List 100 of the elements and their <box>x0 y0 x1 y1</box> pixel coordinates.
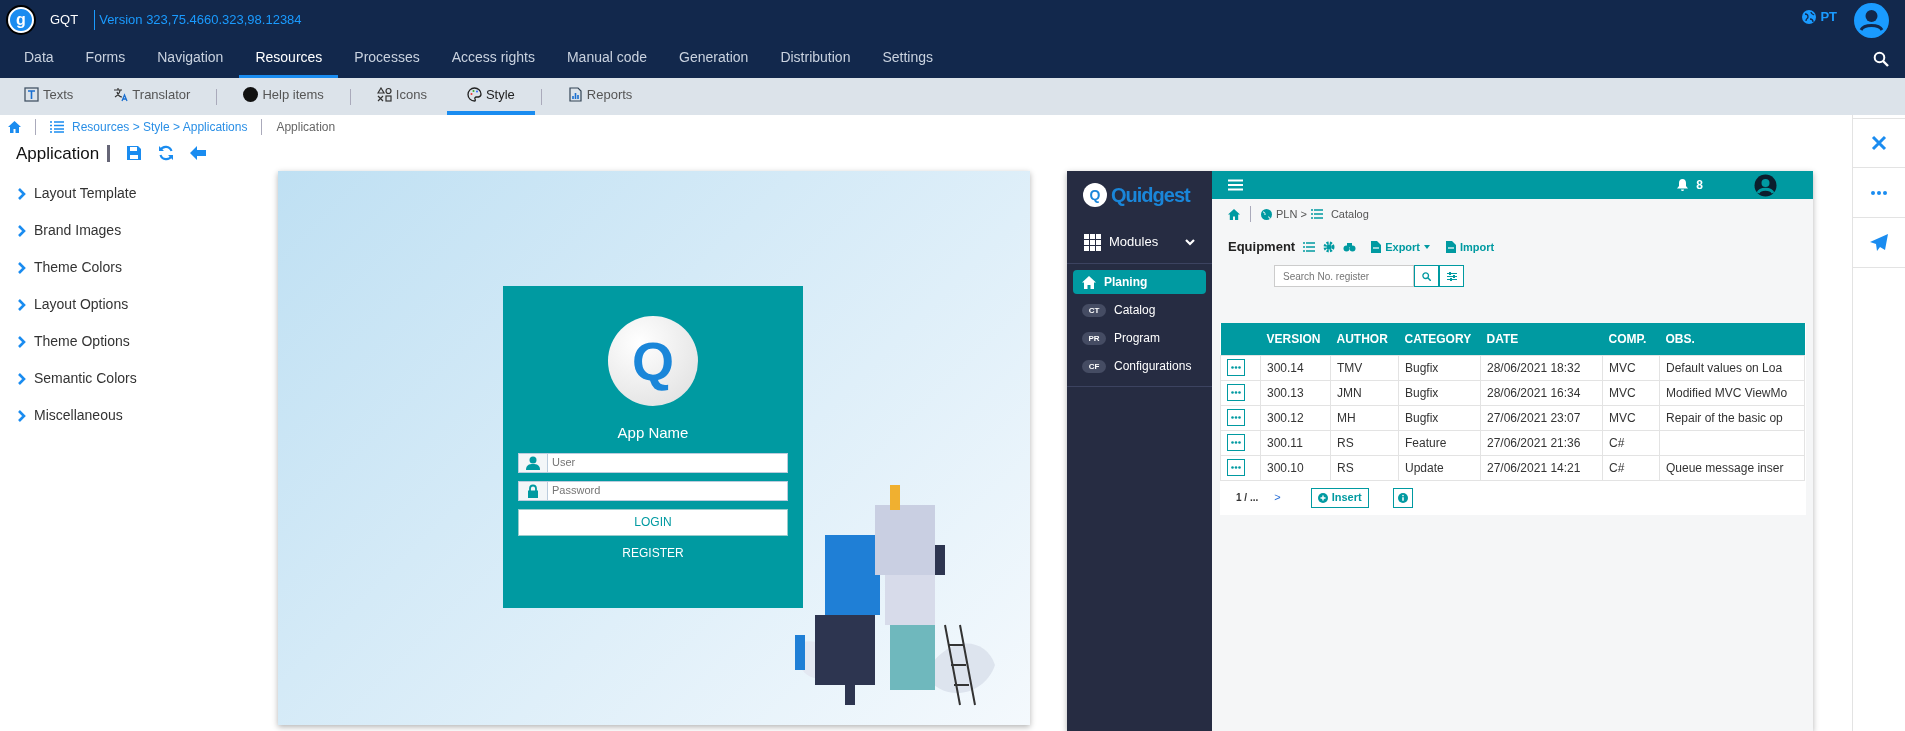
search-icon[interactable] <box>1873 51 1889 67</box>
close-button[interactable] <box>1853 118 1905 168</box>
search-button[interactable] <box>1414 265 1439 287</box>
next-page-link[interactable]: > <box>1274 489 1281 506</box>
table-cell: MVC <box>1609 360 1636 375</box>
user-avatar-icon[interactable] <box>1754 173 1777 197</box>
column-header: COMP. <box>1602 323 1660 355</box>
breadcrumb-current: Application <box>276 119 336 137</box>
menu-icon[interactable] <box>1228 179 1243 191</box>
search-field[interactable]: Search No. register <box>1274 265 1414 287</box>
refresh-icon[interactable] <box>158 145 175 162</box>
text-box-icon <box>24 87 39 102</box>
row-menu-button[interactable] <box>1227 434 1245 451</box>
page-title: Application <box>16 144 111 162</box>
save-icon[interactable] <box>126 145 143 162</box>
table-cell: RS <box>1337 435 1354 450</box>
column-header: CATEGORY <box>1398 323 1481 355</box>
table-cell: Update <box>1405 460 1444 475</box>
table-cell: TMV <box>1337 360 1363 375</box>
table-cell: 27/06/2021 21:36 <box>1487 435 1581 450</box>
modules-menu-button[interactable]: Modules <box>1083 227 1196 257</box>
menu-item[interactable]: CT Catalog <box>1073 298 1206 322</box>
bell-icon <box>1677 179 1689 191</box>
column-header: AUTHOR <box>1330 323 1399 355</box>
table-cell: 300.12 <box>1267 410 1304 425</box>
nav-tab[interactable]: Navigation <box>141 40 240 78</box>
column-header: OBS. <box>1659 323 1805 355</box>
row-menu-button[interactable] <box>1227 359 1245 376</box>
sub-tab[interactable]: Translator <box>93 78 211 115</box>
accordion-item[interactable]: Layout Options <box>0 286 278 323</box>
nav-tab[interactable]: Settings <box>866 40 949 78</box>
list-icon[interactable] <box>1303 242 1316 252</box>
sub-tab[interactable]: Reports <box>547 78 653 115</box>
username-field[interactable]: User <box>548 452 788 473</box>
table-cell: Feature <box>1405 435 1447 450</box>
accordion-item[interactable]: Miscellaneous <box>0 397 278 434</box>
filter-button[interactable] <box>1439 265 1464 287</box>
binoculars-icon[interactable] <box>1343 242 1357 252</box>
nav-tab[interactable]: Manual code <box>550 40 664 78</box>
accordion-item[interactable]: Semantic Colors <box>0 360 278 397</box>
table-cell: JMN <box>1337 385 1362 400</box>
table-cell: Modified MVC ViewMo <box>1666 385 1788 400</box>
accordion-item[interactable]: Layout Template <box>0 175 278 212</box>
home-icon[interactable] <box>8 121 21 134</box>
grid-icon <box>1084 233 1101 251</box>
table-cell: RS <box>1337 460 1354 475</box>
translate-icon <box>113 87 129 102</box>
accordion-item[interactable]: Theme Options <box>0 323 278 360</box>
section-title: Equipment <box>1228 238 1296 257</box>
back-arrow-icon[interactable] <box>190 146 207 161</box>
ellipsis-icon <box>1231 366 1241 369</box>
nav-tab[interactable]: Data <box>8 40 70 78</box>
lock-icon <box>526 483 540 498</box>
paper-plane-icon <box>1870 234 1888 251</box>
nav-tab[interactable]: Distribution <box>764 40 867 78</box>
password-field[interactable]: Password <box>548 480 788 501</box>
row-menu-button[interactable] <box>1227 459 1245 476</box>
table-cell: MH <box>1337 410 1356 425</box>
column-header: DATE <box>1480 323 1603 355</box>
breadcrumb-link[interactable]: Resources > Style > Applications <box>72 118 248 137</box>
home-icon[interactable] <box>1228 208 1240 220</box>
ellipsis-icon <box>1231 391 1241 394</box>
page-indicator: 1 / ... <box>1236 491 1259 505</box>
breadcrumb-link[interactable]: PLN > <box>1261 205 1307 223</box>
column-header: VERSION <box>1260 323 1331 355</box>
plus-circle-icon <box>1317 492 1328 503</box>
row-menu-button[interactable] <box>1227 409 1245 426</box>
menu-item[interactable]: CF Configurations <box>1073 354 1206 378</box>
sub-tab[interactable]: Help items <box>223 78 344 115</box>
nav-tab[interactable]: Access rights <box>435 40 551 78</box>
table-cell: MVC <box>1609 410 1636 425</box>
ellipsis-icon <box>1871 190 1887 195</box>
table-cell: 28/06/2021 18:32 <box>1487 360 1581 375</box>
user-avatar-icon[interactable] <box>1854 2 1889 38</box>
table-cell: Bugfix <box>1405 360 1439 375</box>
dot-icon <box>243 87 259 102</box>
globe-icon <box>1261 208 1272 220</box>
accordion-item[interactable]: Theme Colors <box>0 249 278 286</box>
nav-tab[interactable]: Forms <box>69 40 142 78</box>
nav-tab[interactable]: Generation <box>663 40 765 78</box>
row-menu-button[interactable] <box>1227 384 1245 401</box>
language-button[interactable]: PT <box>1801 6 1838 28</box>
nav-tab[interactable]: Processes <box>338 40 436 78</box>
table-cell: C# <box>1609 460 1625 475</box>
accordion-item[interactable]: Brand Images <box>0 212 278 249</box>
sub-tab[interactable]: Style <box>446 78 535 115</box>
info-icon <box>1397 492 1408 503</box>
table-cell: Bugfix <box>1405 410 1439 425</box>
sub-tab[interactable]: Texts <box>4 78 94 115</box>
ellipsis-icon <box>1231 441 1241 444</box>
file-icon <box>1371 241 1382 253</box>
menu-item[interactable]: PR Program <box>1073 326 1206 350</box>
settings-icon[interactable] <box>1323 241 1336 253</box>
info-button[interactable] <box>1392 487 1413 508</box>
table-cell: Bugfix <box>1405 385 1439 400</box>
table-cell: MVC <box>1609 385 1636 400</box>
table-cell: 300.14 <box>1267 360 1304 375</box>
sub-tab[interactable]: Icons <box>356 78 447 115</box>
version-label: Version 323,75.4660.323,98.12384 <box>94 10 302 30</box>
table-cell: 27/06/2021 14:21 <box>1487 460 1581 475</box>
